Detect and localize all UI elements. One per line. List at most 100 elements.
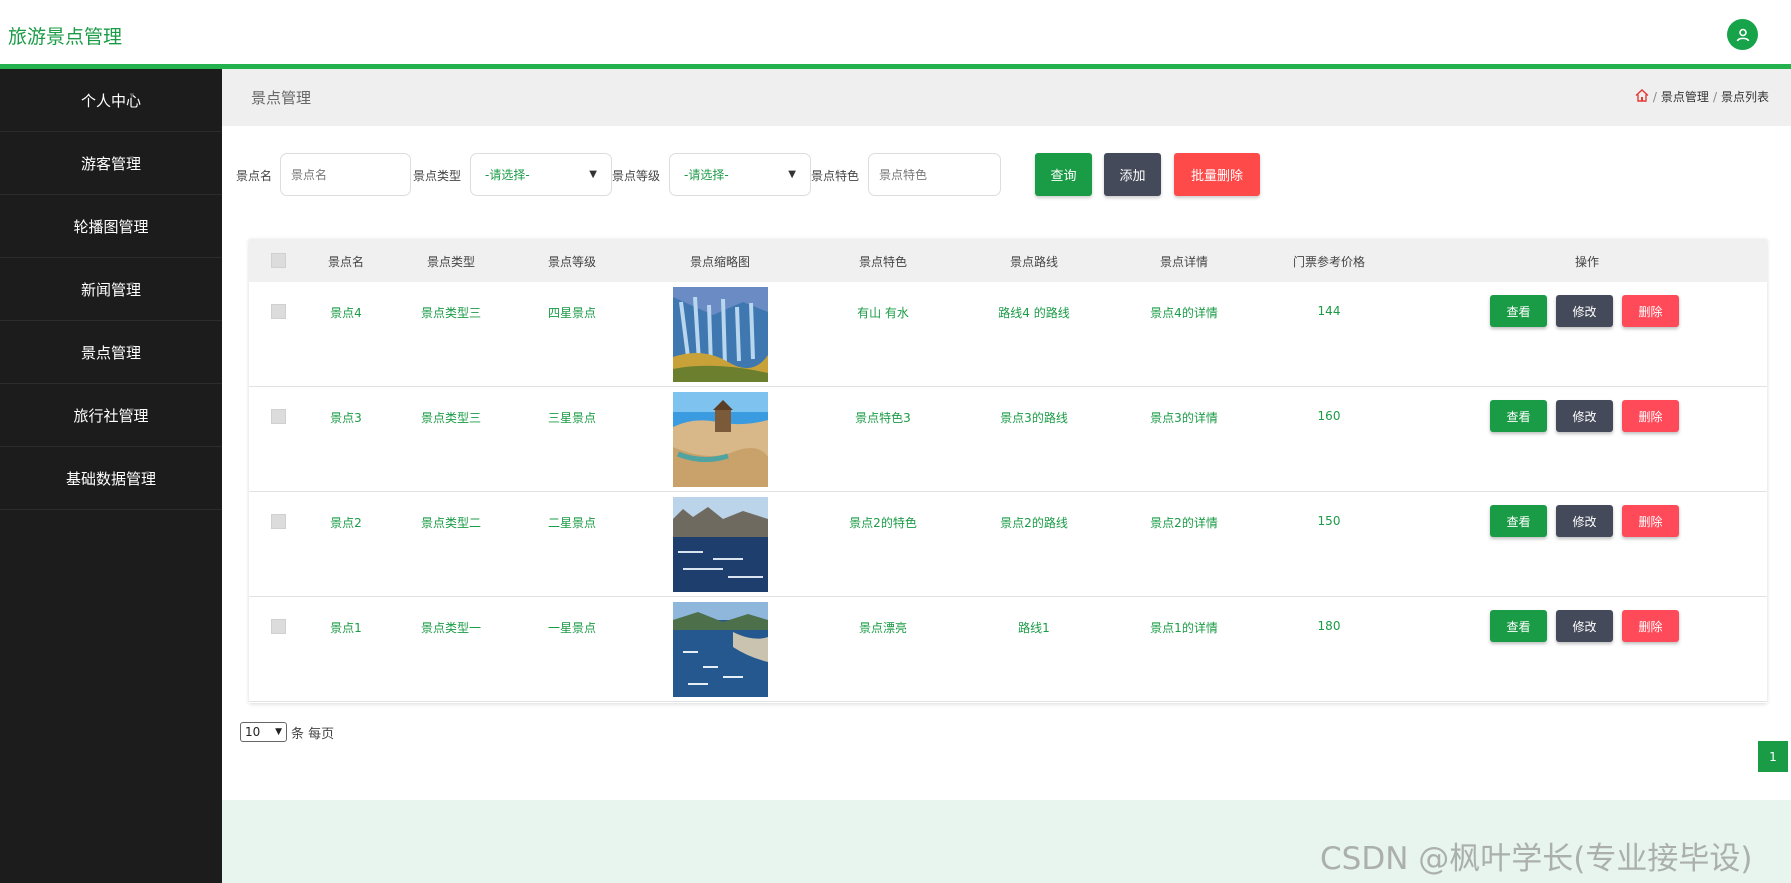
cell-price: 144 [1317, 304, 1341, 318]
view-button[interactable]: 查看 [1490, 295, 1547, 327]
filter-bar: 景点名 景点名 景点类型 -请选择- ▼ 景点等级 -请选择- ▼ 景点特色 景点特… [222, 153, 1791, 197]
level-filter-select[interactable]: -请选择- ▼ [669, 153, 811, 196]
column-header: 景点缩略图 [689, 255, 751, 269]
cell-name: 景点3 [330, 411, 362, 425]
breadcrumb-separator: / [1712, 89, 1717, 104]
column-header: 门票参考价格 [1292, 255, 1366, 269]
edit-button[interactable]: 修改 [1556, 400, 1613, 432]
page-size-value: 10 [245, 725, 261, 739]
search-button[interactable]: 查询 [1035, 153, 1092, 196]
delete-button[interactable]: 删除 [1622, 295, 1679, 327]
cell-detail: 景点3的详情 [1150, 411, 1218, 425]
thumbnail-image [673, 602, 768, 697]
table-row: 景点2 景点类型二 二星景点 景点2的特色 景点2的路线 景点2的详情 150 … [249, 492, 1767, 597]
chevron-down-icon: ▼ [589, 169, 597, 180]
cell-feature: 有山 有水 [857, 306, 909, 320]
level-filter-label: 景点等级 [612, 169, 661, 183]
sidebar-item-personal[interactable]: 个人中心 ▾ [0, 69, 222, 132]
row-checkbox[interactable] [271, 514, 286, 529]
top-bar: 旅游景点管理 [0, 0, 1791, 66]
column-header: 景点路线 [1009, 255, 1059, 269]
cell-detail: 景点4的详情 [1150, 306, 1218, 320]
sidebar-item-label: 旅行社管理 [73, 406, 149, 425]
cell-level: 三星景点 [547, 411, 597, 425]
name-filter-input[interactable]: 景点名 [280, 153, 411, 196]
table-row: 景点4 景点类型三 四星景点 有山 有水 路线4 的路线 景点4的详情 144 … [249, 282, 1767, 387]
cell-type: 景点类型一 [420, 621, 482, 635]
watermark: CSDN @枫叶学长(专业接毕设) [1320, 841, 1753, 877]
chevron-down-icon: ▼ [788, 169, 796, 180]
cell-feature: 景点漂亮 [858, 621, 908, 635]
sidebar-item-label: 轮播图管理 [73, 217, 149, 236]
sidebar-item-news[interactable]: 新闻管理 ▾ [0, 258, 222, 321]
attractions-table: 景点名 景点类型 景点等级 景点缩略图 景点特色 景点路线 景点详情 门票参考价… [249, 239, 1767, 703]
feature-filter-input[interactable]: 景点特色 [868, 153, 1001, 196]
edit-button[interactable]: 修改 [1556, 610, 1613, 642]
caret-icon: ▾ [129, 91, 134, 101]
app-title: 旅游景点管理 [8, 26, 123, 48]
batch-delete-button[interactable]: 批量删除 [1174, 153, 1260, 196]
type-filter-label: 景点类型 [413, 169, 462, 183]
breadcrumb-item[interactable]: 景点管理 [1661, 88, 1709, 105]
sidebar-item-attractions[interactable]: 景点管理 ▾ [0, 321, 222, 384]
edit-button[interactable]: 修改 [1556, 505, 1613, 537]
breadcrumb-item: 景点列表 [1720, 90, 1769, 104]
table-header: 景点名 景点类型 景点等级 景点缩略图 景点特色 景点路线 景点详情 门票参考价… [249, 239, 1767, 282]
page-size-select[interactable]: 10 ▼ [240, 722, 287, 742]
view-button[interactable]: 查看 [1490, 610, 1547, 642]
column-header: 景点类型 [426, 255, 476, 269]
caret-icon: ▾ [145, 469, 150, 479]
cell-route: 路线1 [1018, 621, 1050, 635]
delete-button[interactable]: 删除 [1622, 610, 1679, 642]
table-row: 景点3 景点类型三 三星景点 景点特色3 景点3的路线 景点3的详情 160 查… [249, 387, 1767, 492]
footer: CSDN @枫叶学长(专业接毕设) [222, 800, 1791, 883]
add-button[interactable]: 添加 [1104, 153, 1161, 196]
view-button[interactable]: 查看 [1490, 505, 1547, 537]
delete-button[interactable]: 删除 [1622, 400, 1679, 432]
sidebar-item-agencies[interactable]: 旅行社管理 ▾ [0, 384, 222, 447]
view-button[interactable]: 查看 [1490, 400, 1547, 432]
cell-name: 景点4 [330, 306, 362, 320]
per-page-label: 条 每页 [291, 726, 335, 742]
cell-route: 路线4 的路线 [998, 306, 1070, 320]
caret-icon: ▾ [129, 280, 134, 290]
home-icon[interactable] [1635, 88, 1649, 105]
page-title: 景点管理 [251, 89, 312, 107]
select-all-checkbox[interactable] [271, 253, 286, 268]
row-checkbox[interactable] [271, 304, 286, 319]
feature-filter-label: 景点特色 [811, 169, 860, 183]
sidebar-item-basic-data[interactable]: 基础数据管理 ▾ [0, 447, 222, 510]
sidebar: 个人中心 ▾ 游客管理 ▾ 轮播图管理 新闻管理 ▾ 景点管理 ▾ 旅行社管理 ▾ 基础数… [0, 69, 222, 883]
cell-level: 二星景点 [547, 516, 597, 530]
column-header: 景点等级 [547, 255, 597, 269]
caret-icon: ▾ [129, 406, 134, 416]
row-checkbox[interactable] [271, 619, 286, 634]
page-header: 景点管理 / 景点管理 / 景点列表 [222, 69, 1791, 126]
caret-icon: ▾ [129, 343, 134, 353]
page-size-control: 10 ▼ 条 每页 [240, 722, 334, 742]
sidebar-item-carousel[interactable]: 轮播图管理 [0, 195, 222, 258]
level-filter-value: -请选择- [684, 168, 729, 182]
thumbnail-image [673, 392, 768, 487]
page-number-button[interactable]: 1 [1758, 741, 1788, 772]
cell-type: 景点类型二 [420, 516, 482, 530]
cell-price: 150 [1317, 514, 1341, 528]
user-avatar-icon[interactable] [1727, 19, 1758, 50]
cell-name: 景点2 [330, 516, 362, 530]
cell-type: 景点类型三 [420, 306, 482, 320]
cell-type: 景点类型三 [420, 411, 482, 425]
table-row: 景点1 景点类型一 一星景点 景点漂亮 路线1 景点1的详情 180 查看 修改… [249, 597, 1767, 702]
cell-detail: 景点2的详情 [1150, 516, 1218, 530]
row-checkbox[interactable] [271, 409, 286, 424]
delete-button[interactable]: 删除 [1622, 505, 1679, 537]
cell-route: 景点3的路线 [1000, 411, 1068, 425]
column-header: 景点详情 [1159, 255, 1209, 269]
cell-route: 景点2的路线 [1000, 516, 1068, 530]
sidebar-item-visitors[interactable]: 游客管理 ▾ [0, 132, 222, 195]
type-filter-select[interactable]: -请选择- ▼ [470, 153, 612, 196]
edit-button[interactable]: 修改 [1556, 295, 1613, 327]
column-header: 操作 [1574, 255, 1600, 269]
chevron-down-icon: ▼ [275, 727, 282, 737]
cell-price: 160 [1317, 409, 1341, 423]
cell-level: 四星景点 [547, 306, 597, 320]
